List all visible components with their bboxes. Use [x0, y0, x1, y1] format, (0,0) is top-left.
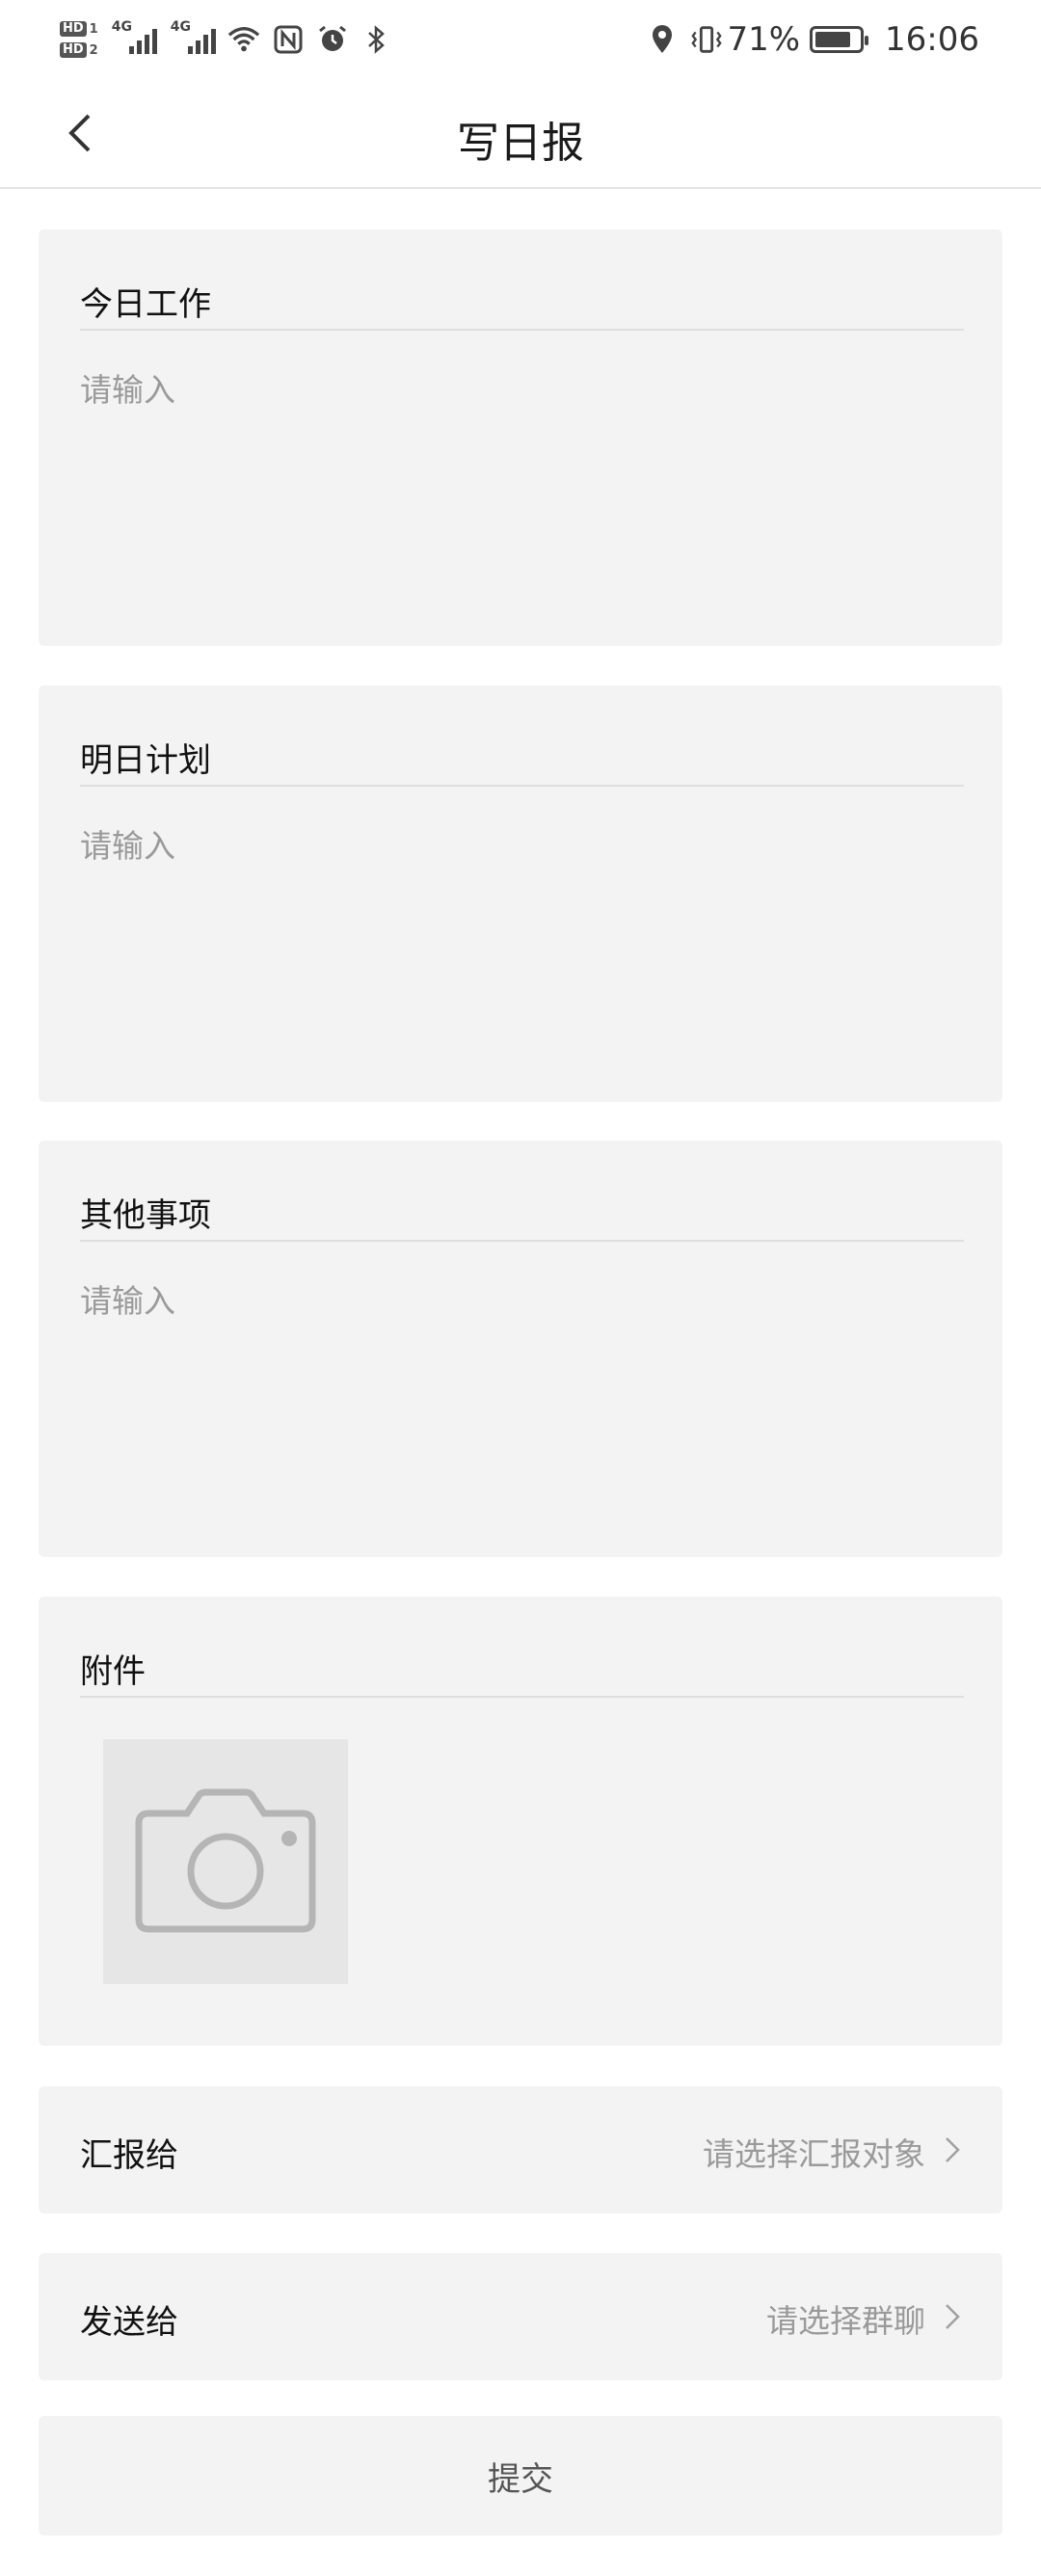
add-photo-button[interactable] — [103, 1739, 348, 1984]
section-today-work: 今日工作 请输入 — [39, 229, 1002, 646]
hd1-num: 1 — [89, 21, 98, 37]
camera-icon — [135, 1788, 316, 1933]
status-bar: HD 1 HD 2 4G 4G 71% 16:06 — [0, 0, 1041, 79]
hd2-badge: HD — [60, 42, 87, 58]
wifi-icon — [227, 23, 260, 56]
send-to-label: 发送给 — [80, 2303, 178, 2342]
report-to-value: 请选择汇报对象 — [703, 2135, 925, 2173]
other-items-input[interactable]: 请输入 — [80, 1275, 964, 1322]
location-icon — [646, 23, 679, 56]
net2-label: 4G — [170, 19, 191, 35]
section-title-other: 其他事项 — [80, 1196, 211, 1235]
hd2-num: 2 — [89, 42, 98, 58]
report-to-label: 汇报给 — [80, 2136, 178, 2175]
divider — [80, 785, 964, 787]
section-other-items: 其他事项 请输入 — [39, 1140, 1002, 1557]
today-work-input[interactable]: 请输入 — [80, 364, 964, 411]
signal-1-icon: 4G — [112, 19, 157, 54]
section-tomorrow-plan: 明日计划 请输入 — [39, 685, 1002, 1102]
battery-icon — [810, 26, 869, 53]
chevron-right-icon — [946, 2304, 960, 2329]
bluetooth-icon — [360, 23, 393, 56]
section-title-today: 今日工作 — [80, 285, 211, 324]
section-title-attachment: 附件 — [80, 1652, 146, 1691]
vibrate-icon — [690, 23, 723, 56]
divider — [80, 1240, 964, 1242]
battery-percent: 71% — [727, 20, 801, 59]
page-title: 写日报 — [457, 119, 584, 168]
tomorrow-plan-input[interactable]: 请输入 — [80, 820, 964, 867]
nav-bar: 写日报 — [0, 79, 1041, 189]
alarm-icon — [316, 23, 349, 56]
submit-button[interactable]: 提交 — [39, 2416, 1002, 2536]
send-to-value: 请选择群聊 — [766, 2302, 925, 2340]
report-to-row[interactable]: 汇报给 请选择汇报对象 — [39, 2086, 1002, 2214]
divider — [80, 1696, 964, 1698]
nfc-icon — [272, 23, 305, 56]
send-to-row[interactable]: 发送给 请选择群聊 — [39, 2253, 1002, 2380]
hd1-badge: HD — [60, 21, 87, 37]
clock: 16:06 — [885, 20, 979, 59]
section-attachment: 附件 — [39, 1597, 1002, 2046]
net1-label: 4G — [111, 19, 132, 35]
section-title-tomorrow: 明日计划 — [80, 741, 211, 780]
chevron-right-icon — [946, 2137, 960, 2162]
divider — [80, 329, 964, 331]
signal-2-icon: 4G — [171, 19, 216, 54]
